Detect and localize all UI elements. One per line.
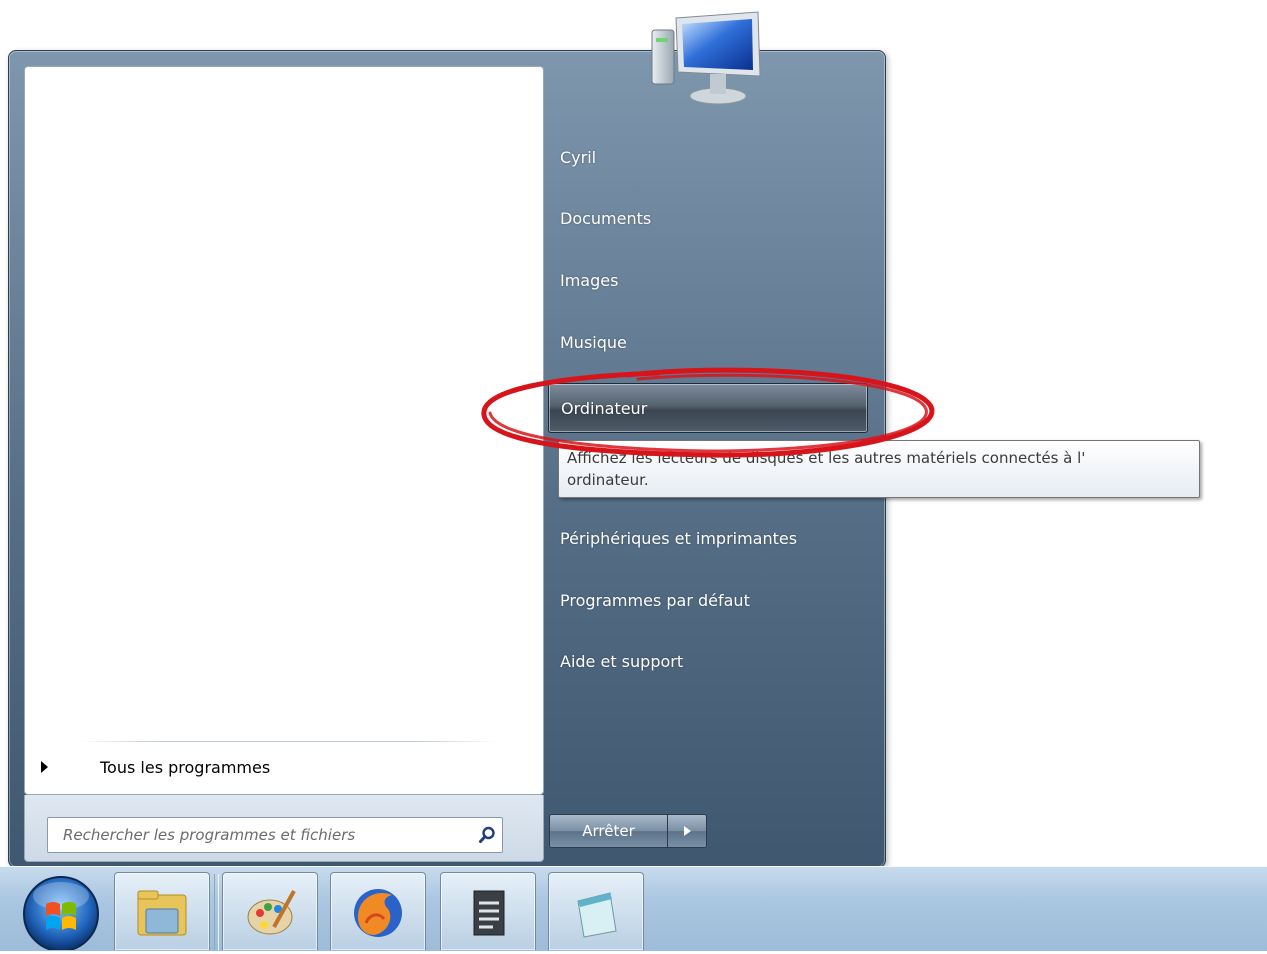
shutdown-options-button[interactable] [668, 815, 706, 847]
start-menu-programs-pane: Tous les programmes [24, 66, 544, 795]
windows-orb-icon [23, 876, 99, 952]
menu-item-computer[interactable]: Ordinateur [548, 383, 868, 433]
taskbar-notepad-button[interactable] [548, 872, 644, 950]
shutdown-label: Arrêter [582, 822, 635, 840]
menu-item-images[interactable]: Images [548, 260, 868, 300]
programs-divider [80, 741, 498, 742]
menu-item-label: Images [560, 270, 619, 290]
folder-icon [137, 890, 187, 936]
all-programs-label: Tous les programmes [100, 757, 271, 777]
menu-item-help-support[interactable]: Aide et support [548, 641, 868, 681]
wordpad-icon [473, 890, 505, 936]
taskbar-firefox-button[interactable] [330, 872, 426, 950]
arrow-right-icon [41, 761, 48, 773]
taskbar-wordpad-button[interactable] [440, 872, 536, 950]
menu-item-label: Ordinateur [561, 398, 648, 418]
chevron-right-icon [684, 826, 691, 836]
menu-item-documents[interactable]: Documents [548, 198, 868, 238]
menu-item-label: Aide et support [560, 651, 684, 671]
start-button[interactable] [22, 874, 100, 952]
paint-palette-icon [247, 890, 296, 935]
firefox-icon [354, 889, 402, 937]
menu-item-music[interactable]: Musique [548, 322, 868, 362]
shutdown-button[interactable]: Arrêter [550, 815, 668, 847]
taskbar-separator [214, 874, 219, 950]
menu-item-user[interactable]: Cyril [548, 137, 868, 177]
menu-item-devices-printers[interactable]: Périphériques et imprimantes [548, 518, 868, 558]
taskbar-paint-button[interactable] [222, 872, 318, 950]
search-input[interactable] [61, 825, 472, 845]
search-box[interactable] [47, 817, 503, 853]
notepad-icon [577, 892, 617, 938]
shutdown-button-group: Arrêter [549, 814, 707, 848]
tooltip-line-1: Affichez les lecteurs de disques et les … [567, 449, 1086, 467]
tooltip-line-2: ordinateur. [567, 471, 649, 489]
menu-item-label: Documents [560, 208, 652, 228]
search-icon[interactable] [472, 820, 502, 850]
tooltip: Affichez les lecteurs de disques et les … [558, 440, 1200, 498]
all-programs-button[interactable]: Tous les programmes [25, 747, 543, 787]
menu-item-label: Programmes par défaut [560, 590, 750, 610]
menu-item-label: Musique [560, 332, 627, 352]
computer-monitor-icon [646, 10, 766, 110]
taskbar-explorer-button[interactable] [114, 872, 210, 950]
menu-item-label: Cyril [560, 147, 597, 167]
menu-item-default-programs[interactable]: Programmes par défaut [548, 580, 868, 620]
menu-item-label: Périphériques et imprimantes [560, 528, 798, 548]
